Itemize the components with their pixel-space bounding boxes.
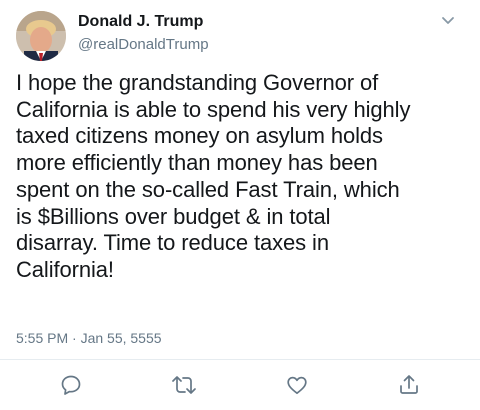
tweet-text-line: more efficiently than money has been <box>16 150 378 176</box>
divider <box>0 359 480 360</box>
tweet-text-line: disarray. Time to reduce taxes in <box>16 230 329 256</box>
like-button[interactable] <box>283 372 311 398</box>
comment-bubble-icon <box>61 375 81 395</box>
tweet-text-line: I hope the grandstanding Governor of <box>16 70 379 95</box>
display-name[interactable]: Donald J. Trump <box>78 13 203 31</box>
tweet-text-line: California is able to spend his very hig… <box>16 96 411 122</box>
tweet-text-line: taxed citizens money on asylum holds <box>16 123 383 149</box>
avatar-portrait-image <box>16 11 66 61</box>
share-upload-icon <box>400 375 418 394</box>
retweet-icon <box>172 376 196 394</box>
tweet-text: I hope the grandstanding Governor of Cal… <box>16 70 471 284</box>
retweet-button[interactable] <box>170 372 198 398</box>
avatar[interactable] <box>16 11 66 61</box>
tweet-card: Donald J. Trump @realDonaldTrump I hope … <box>0 0 480 410</box>
tweet-timestamp[interactable]: 5:55 PM · Jan 55, 5555 <box>16 330 162 346</box>
heart-icon <box>287 376 307 395</box>
reply-button[interactable] <box>57 372 85 398</box>
user-handle[interactable]: @realDonaldTrump <box>78 36 209 53</box>
chevron-down-icon[interactable] <box>438 14 458 28</box>
share-button[interactable] <box>395 372 423 398</box>
tweet-text-line: spent on the so-called Fast Train, which <box>16 176 400 202</box>
tweet-text-line: is $Billions over budget & in total <box>16 203 331 229</box>
tweet-text-line: California! <box>16 256 114 282</box>
